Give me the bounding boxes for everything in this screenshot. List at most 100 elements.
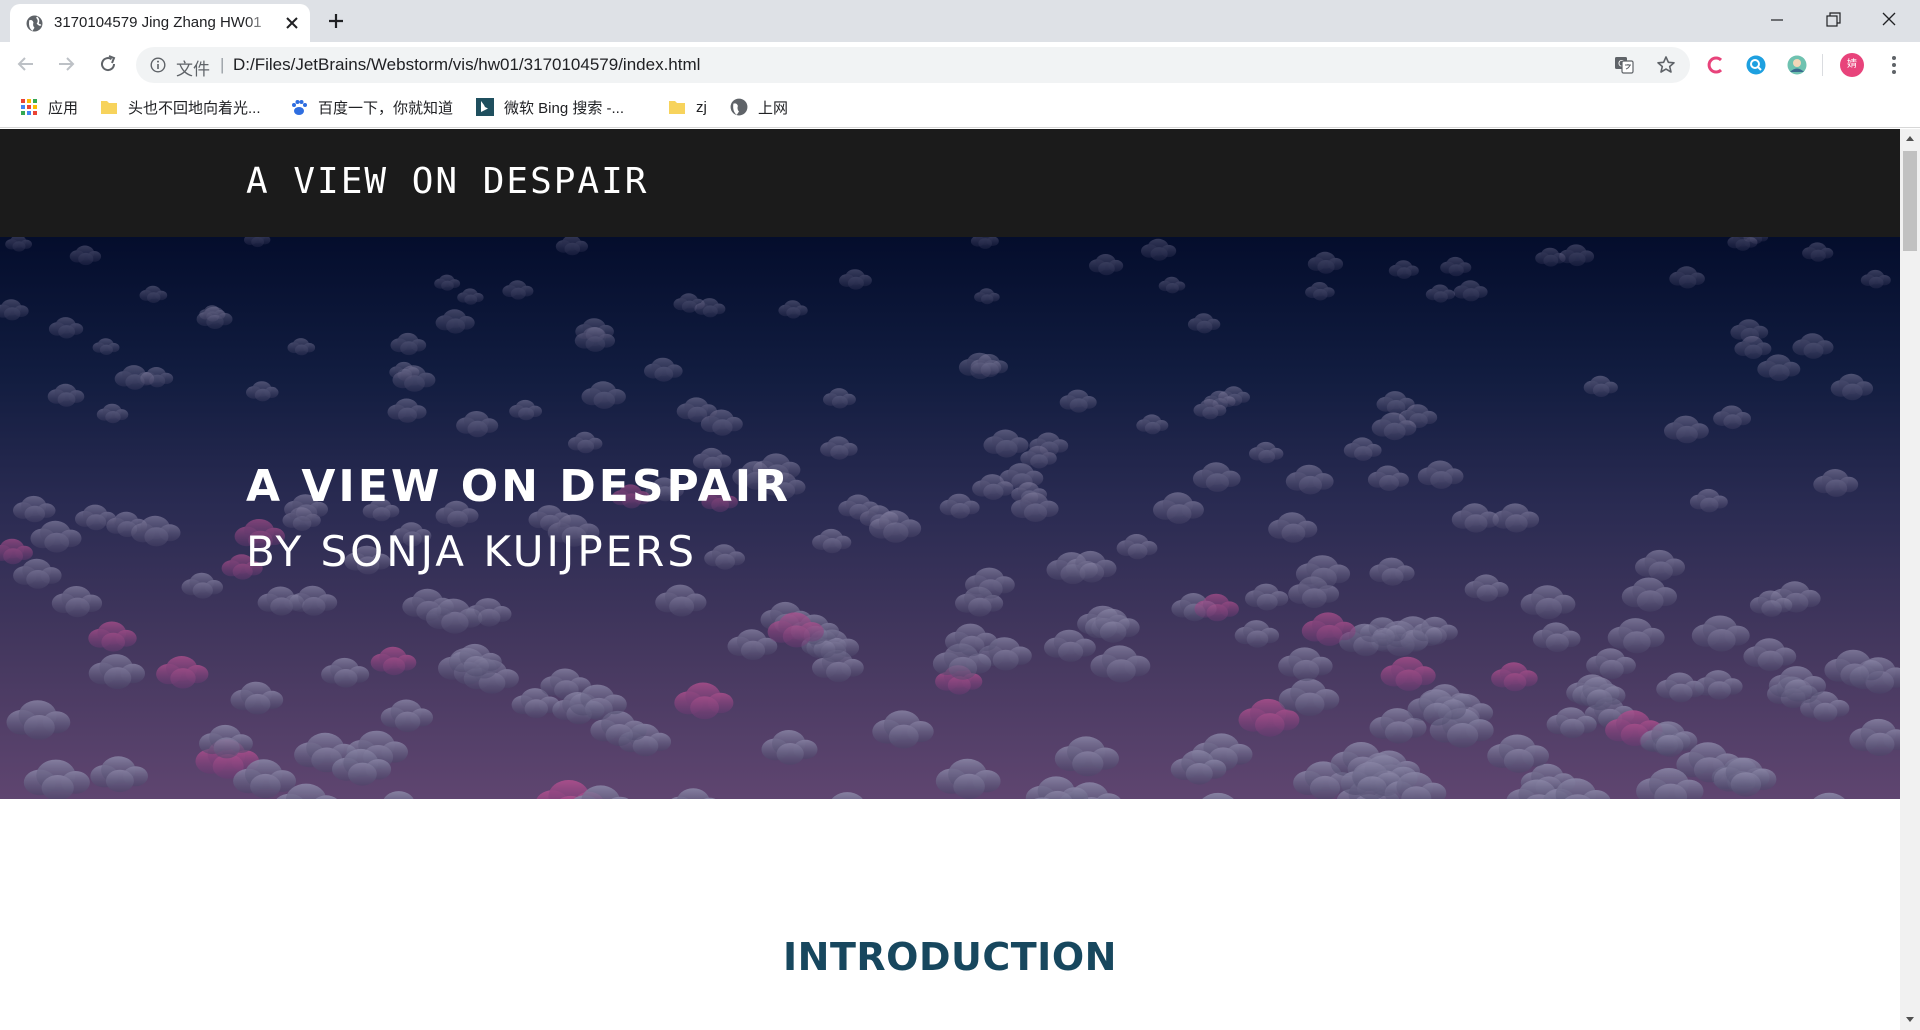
new-tab-plus-icon[interactable] [326,11,346,31]
scroll-down-arrow-icon[interactable] [1905,1016,1915,1024]
bookmark-folder-zj[interactable]: zj [668,94,707,120]
bookmark-shangwang[interactable]: 上网 [730,94,788,120]
cloud-shape [644,357,683,382]
cloud-shape [114,365,155,390]
cloud-shape [1090,645,1151,683]
cloud-shape [1757,354,1801,382]
extension-search-icon[interactable] [1745,54,1767,76]
cloud-shape [1691,615,1750,652]
cloud-shape [1492,503,1540,533]
reload-icon[interactable] [96,52,120,76]
cloud-shape [671,788,716,799]
cloud-shape [1192,462,1241,492]
cloud-shape [0,538,33,565]
cloud-shape [181,572,223,599]
restore-icon[interactable] [1818,8,1848,32]
hero-banner: A VIEW ON DESPAIR BY SONJA KUIJPERS [0,237,1900,799]
cloud-shape [823,388,856,409]
bookmark-label: 上网 [758,99,789,117]
address-bar[interactable]: 文件 | D:/Files/JetBrains/Webstorm/vis/hw0… [136,47,1690,83]
cloud-shape [812,528,852,554]
cloud-shape [581,381,626,409]
close-icon[interactable] [283,14,301,32]
site-logo[interactable]: A VIEW ON DESPAIR [246,161,648,202]
cloud-shape [1607,618,1665,654]
cloud-shape [434,274,461,291]
browser-toolbar: 文件 | D:/Files/JetBrains/Webstorm/vis/hw0… [0,42,1920,86]
cloud-shape [1380,656,1436,691]
cloud-shape [1802,242,1834,262]
bookmark-folder-1[interactable]: 头也不回地向着光... [100,94,261,120]
browser-tab[interactable]: 3170104579 Jing Zhang HW01 [10,4,310,42]
cloud-shape [1369,557,1415,586]
extension-avatar-icon[interactable] [1786,54,1808,76]
cloud-shape [1285,464,1334,495]
cloud-shape [5,237,32,252]
cloud-shape [704,544,745,570]
kebab-menu-icon[interactable] [1884,54,1904,76]
cloud-shape [1305,282,1335,301]
cloud-shape [1089,254,1124,276]
cloud-shape [287,338,316,356]
window-close-icon[interactable] [1874,8,1904,32]
cloud-shape [383,791,414,799]
bookmark-apps[interactable]: 应用 [20,94,78,120]
page-scrollbar[interactable] [1900,129,1920,1030]
cloud-shape [1278,647,1333,682]
bookmark-bing[interactable]: 微软 Bing 搜索 -... [476,94,624,120]
url-text[interactable]: D:/Files/JetBrains/Webstorm/vis/hw01/317… [233,55,700,75]
extension-c-icon[interactable] [1705,54,1727,76]
cloud-shape [674,682,734,720]
cloud-shape [1583,375,1618,397]
cloud-shape [456,411,499,438]
cloud-shape [1307,251,1344,274]
apps-grid-icon [21,99,37,115]
cloud-shape [568,431,603,454]
cloud-shape [1059,389,1097,413]
cloud-shape [939,493,980,519]
bookmark-label: 应用 [48,99,79,117]
bookmark-star-icon[interactable] [1656,55,1676,75]
cloud-shape [1136,414,1169,435]
cloud-shape [69,245,102,266]
cloud-shape [1792,333,1834,359]
cloud-shape [1245,583,1289,611]
cloud-shape [457,288,484,305]
translate-icon[interactable]: G [1614,55,1634,75]
cloud-shape [1491,662,1538,692]
cloud-shape [1054,736,1119,777]
cloud-shape [935,758,1001,799]
bookmark-baidu[interactable]: 百度一下，你就知道 [290,94,453,120]
profile-avatar[interactable]: 婧 [1840,53,1864,77]
cloud-shape [761,730,818,765]
scrollbar-thumb[interactable] [1903,151,1917,251]
scroll-up-arrow-icon[interactable] [1905,134,1915,142]
cloud-shape [502,280,534,300]
cloud-shape [970,237,999,249]
cloud-shape [13,558,62,589]
forward-arrow-icon[interactable] [54,52,78,76]
cloud-shape [555,237,588,256]
cloud-shape [1520,585,1576,620]
introduction-heading: INTRODUCTION [783,935,1117,979]
cloud-shape [1464,574,1509,602]
back-arrow-icon[interactable] [14,52,38,76]
cloud-shape [90,756,148,793]
cloud-shape [387,398,427,423]
cloud-shape [23,759,90,799]
cloud-shape [1388,260,1419,279]
cloud-shape [1621,577,1677,612]
cloud-shape [1727,237,1758,251]
cloud-shape [244,237,271,248]
cloud-shape [390,332,427,356]
cloud-shape [1849,718,1900,756]
cloud-shape [1813,792,1845,799]
baidu-paw-icon [292,100,307,115]
cloud-shape [1343,437,1382,461]
hero-subtitle: BY SONJA KUIJPERS [246,527,698,576]
info-icon[interactable] [150,57,166,73]
cloud-shape [655,584,707,617]
cloud-pattern-background [0,237,1900,799]
minimize-icon[interactable] [1762,8,1792,32]
cloud-shape [778,300,808,319]
